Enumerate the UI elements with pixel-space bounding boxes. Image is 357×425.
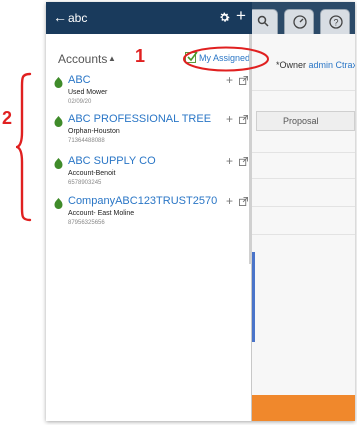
background-scrollbar[interactable]	[252, 252, 255, 342]
account-subtitle: Account-Benoit	[68, 170, 116, 177]
annotation-number-2: 2	[2, 108, 13, 128]
add-related-button[interactable]: +	[226, 195, 233, 207]
account-icon	[54, 77, 63, 88]
divider	[252, 178, 355, 179]
owner-link[interactable]: admin Ctrax	[309, 60, 355, 70]
external-link-icon[interactable]	[239, 76, 248, 85]
gear-icon[interactable]	[218, 11, 231, 24]
dashboard-tab[interactable]	[284, 9, 314, 34]
sort-ascending-icon[interactable]: ▲	[108, 54, 116, 63]
accounts-label: Accounts	[58, 52, 108, 66]
account-icon	[54, 116, 63, 127]
account-row[interactable]: CompanyABC123TRUST2570 Account- East Mol…	[46, 195, 252, 233]
account-subtitle: Used Mower	[68, 89, 108, 96]
account-meta: 6578903245	[68, 180, 102, 186]
divider	[252, 152, 355, 153]
annotation-ellipse	[183, 46, 269, 72]
owner-label: *Owner	[276, 60, 307, 70]
account-name[interactable]: ABC	[68, 74, 91, 86]
svg-text:?: ?	[333, 18, 338, 28]
help-tab[interactable]: ?	[320, 9, 350, 34]
annotation-brace	[16, 72, 32, 222]
help-icon: ?	[329, 15, 343, 29]
owner-field: *Owner admin Ctrax	[276, 60, 355, 70]
account-subtitle: Account- East Moline	[68, 210, 135, 217]
account-icon	[54, 198, 63, 209]
background-tab-bar: ?	[248, 2, 355, 34]
search-tab[interactable]	[248, 9, 278, 34]
add-related-button[interactable]: +	[226, 113, 233, 125]
account-row[interactable]: ABC Used Mower 02/09/20 +	[46, 74, 252, 112]
panel-header: ← abc +	[46, 2, 252, 34]
account-meta: 02/09/20	[68, 99, 92, 105]
stage-proposal[interactable]: Proposal	[256, 111, 355, 131]
account-icon	[54, 158, 63, 169]
account-name[interactable]: CompanyABC123TRUST2570	[68, 195, 217, 207]
add-related-button[interactable]: +	[226, 155, 233, 167]
gauge-icon	[293, 15, 307, 29]
account-row[interactable]: ABC PROFESSIONAL TREE Orphan-Houston 713…	[46, 113, 252, 151]
account-name[interactable]: ABC PROFESSIONAL TREE	[68, 113, 211, 125]
search-query[interactable]: abc	[68, 11, 87, 25]
external-link-icon[interactable]	[239, 197, 248, 206]
external-link-icon[interactable]	[239, 115, 248, 124]
divider	[252, 206, 355, 207]
background-action-bar[interactable]	[252, 395, 355, 421]
account-meta: 87956325656	[68, 220, 105, 226]
add-button[interactable]: +	[236, 7, 246, 24]
divider	[252, 90, 355, 91]
account-row[interactable]: ABC SUPPLY CO Account-Benoit 6578903245 …	[46, 155, 252, 193]
external-link-icon[interactable]	[239, 157, 248, 166]
annotation-number-1: 1	[135, 46, 146, 66]
account-meta: 71364488088	[68, 138, 105, 144]
account-name[interactable]: ABC SUPPLY CO	[68, 155, 156, 167]
back-button[interactable]: ←	[53, 10, 67, 24]
account-subtitle: Orphan-Houston	[68, 128, 120, 135]
add-related-button[interactable]: +	[226, 74, 233, 86]
search-icon	[257, 15, 269, 27]
divider	[252, 234, 355, 235]
